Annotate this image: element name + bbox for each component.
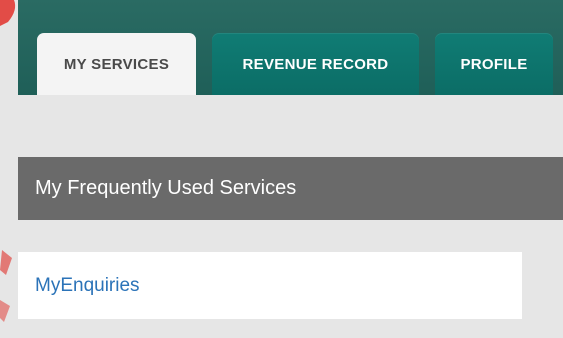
tab-my-services[interactable]: MY SERVICES xyxy=(37,33,196,95)
logo-watermark-icon xyxy=(0,0,20,338)
tab-revenue-record[interactable]: REVENUE RECORD xyxy=(212,33,419,95)
tab-my-services-label: MY SERVICES xyxy=(63,55,170,73)
tab-revenue-record-label: REVENUE RECORD xyxy=(242,55,389,73)
my-enquiries-link[interactable]: MyEnquiries xyxy=(35,275,140,297)
frequent-services-header: My Frequently Used Services xyxy=(18,157,563,220)
tab-profile[interactable]: PROFILE xyxy=(435,33,553,95)
tab-profile-label: PROFILE xyxy=(460,55,528,73)
service-list-item: MyEnquiries xyxy=(18,252,522,319)
frequent-services-title: My Frequently Used Services xyxy=(35,177,297,199)
